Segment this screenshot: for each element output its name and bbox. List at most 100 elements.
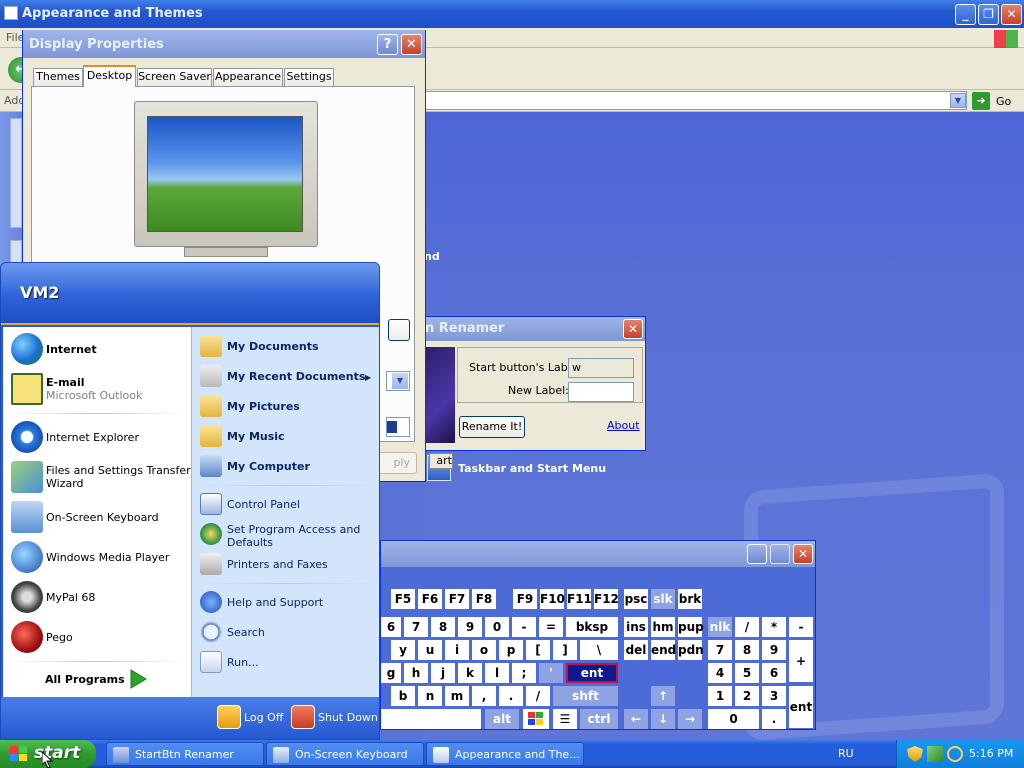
key-bracket-right[interactable]: ]: [553, 640, 577, 660]
windows-key-icon[interactable]: [523, 709, 549, 729]
key-o[interactable]: o: [472, 640, 496, 660]
key-num-6[interactable]: 6: [762, 663, 786, 683]
key-ins[interactable]: ins: [624, 617, 648, 637]
tab-settings[interactable]: Settings: [284, 68, 334, 86]
key-h[interactable]: h: [404, 663, 428, 683]
key-num-5[interactable]: 5: [735, 663, 759, 683]
close-icon[interactable]: ✕: [1001, 4, 1022, 25]
key-space[interactable]: [381, 709, 481, 729]
rename-it-button[interactable]: Rename It!: [459, 416, 525, 438]
key-pagedown[interactable]: pdn: [678, 640, 704, 660]
key-num-1[interactable]: 1: [708, 686, 732, 706]
key-p[interactable]: p: [499, 640, 523, 660]
position-select[interactable]: ▼: [386, 371, 410, 391]
taskbar-item-startbtn-renamer[interactable]: StartBtn Renamer: [106, 742, 264, 766]
browse-button[interactable]: [388, 319, 410, 341]
key-num-plus[interactable]: +: [789, 640, 813, 682]
key-quote[interactable]: ': [539, 663, 563, 683]
key-backspace[interactable]: bksp: [566, 617, 618, 637]
tab-screen-saver[interactable]: Screen Saver: [137, 68, 212, 86]
key-k[interactable]: k: [458, 663, 482, 683]
key-f7[interactable]: F7: [445, 589, 469, 609]
help-icon[interactable]: ?: [377, 34, 398, 55]
key-num-9[interactable]: 9: [762, 640, 786, 660]
go-button[interactable]: ➜ Go: [972, 92, 1022, 110]
key-g[interactable]: g: [381, 663, 401, 683]
key-shift[interactable]: shft: [553, 686, 618, 706]
color-select[interactable]: [386, 417, 410, 437]
new-label-input[interactable]: [568, 382, 634, 402]
key-u[interactable]: u: [418, 640, 442, 660]
key-j[interactable]: j: [431, 663, 455, 683]
start-label-field[interactable]: w: [568, 358, 634, 378]
arrow-left-icon[interactable]: ←: [624, 709, 648, 729]
key-0[interactable]: 0: [485, 617, 509, 637]
key-num-multiply[interactable]: *: [762, 617, 786, 637]
key-brk[interactable]: brk: [678, 589, 702, 609]
start-item-search[interactable]: Search: [200, 621, 376, 645]
key-end[interactable]: end: [651, 640, 676, 660]
key-del[interactable]: del: [624, 640, 648, 660]
key-f9[interactable]: F9: [513, 589, 537, 609]
taskbar-item-on-screen-keyboard[interactable]: On-Screen Keyboard: [266, 742, 424, 766]
start-item-internet-explorer[interactable]: Internet Explorer: [11, 421, 187, 455]
key-semicolon[interactable]: ;: [512, 663, 536, 683]
key-f8[interactable]: F8: [472, 589, 496, 609]
key-i[interactable]: i: [445, 640, 469, 660]
key-minus[interactable]: -: [512, 617, 536, 637]
key-psc[interactable]: psc: [624, 589, 648, 609]
start-item-pego[interactable]: Pego: [11, 621, 187, 655]
start-item-email[interactable]: E-mail Microsoft Outlook: [11, 373, 187, 407]
minimize-icon[interactable]: [747, 544, 767, 564]
clock[interactable]: 5:16 PM: [969, 747, 1013, 760]
chevron-down-icon[interactable]: ▼: [950, 93, 966, 108]
key-num-divide[interactable]: /: [735, 617, 759, 637]
tab-appearance[interactable]: Appearance: [213, 68, 283, 86]
start-item-my-recent-documents[interactable]: My Recent Documents: [200, 365, 376, 389]
language-indicator[interactable]: RU: [838, 747, 854, 760]
security-shield-icon[interactable]: [907, 746, 923, 762]
arrow-down-icon[interactable]: ↓: [651, 709, 675, 729]
start-item-control-panel[interactable]: Control Panel: [200, 493, 376, 517]
key-l[interactable]: l: [485, 663, 509, 683]
close-icon[interactable]: ✕: [623, 319, 643, 339]
key-num-7[interactable]: 7: [708, 640, 732, 660]
start-item-on-screen-keyboard[interactable]: On-Screen Keyboard: [11, 501, 187, 535]
key-9[interactable]: 9: [458, 617, 482, 637]
key-num-0[interactable]: 0: [708, 709, 759, 729]
search-icon[interactable]: [947, 746, 963, 762]
start-item-printers-faxes[interactable]: Printers and Faxes: [200, 553, 376, 577]
key-n[interactable]: n: [418, 686, 442, 706]
start-item-internet[interactable]: Internet: [11, 333, 187, 367]
start-item-run[interactable]: Run...: [200, 651, 376, 675]
restore-icon[interactable]: ❐: [978, 4, 999, 25]
key-num-2[interactable]: 2: [735, 686, 759, 706]
key-f6[interactable]: F6: [418, 589, 442, 609]
key-7[interactable]: 7: [404, 617, 428, 637]
key-comma[interactable]: ,: [472, 686, 496, 706]
key-backslash[interactable]: \: [580, 640, 618, 660]
start-item-my-music[interactable]: My Music: [200, 425, 376, 449]
key-num-decimal[interactable]: .: [762, 709, 786, 729]
key-ctrl[interactable]: ctrl: [580, 709, 618, 729]
start-item-windows-media-player[interactable]: Windows Media Player: [11, 541, 187, 575]
display-properties-titlebar[interactable]: Display Properties ? ✕: [23, 30, 425, 58]
key-6[interactable]: 6: [381, 617, 401, 637]
taskbar-item-appearance-themes[interactable]: Appearance and The...: [426, 742, 584, 766]
start-item-help-support[interactable]: Help and Support: [200, 591, 376, 615]
tab-desktop[interactable]: Desktop: [83, 65, 136, 87]
start-item-my-pictures[interactable]: My Pictures: [200, 395, 376, 419]
key-f10[interactable]: F10: [540, 589, 565, 609]
key-num-4[interactable]: 4: [708, 663, 732, 683]
appearance-titlebar[interactable]: Appearance and Themes _ ❐ ✕: [0, 0, 1024, 28]
apply-button[interactable]: ply: [375, 452, 417, 474]
key-bracket-left[interactable]: [: [526, 640, 550, 660]
key-numlock[interactable]: nlk: [708, 617, 732, 637]
key-num-8[interactable]: 8: [735, 640, 759, 660]
key-period[interactable]: .: [499, 686, 523, 706]
address-input[interactable]: ▼: [424, 91, 967, 110]
about-link[interactable]: About: [607, 419, 640, 432]
close-icon[interactable]: ✕: [401, 34, 422, 55]
key-pageup[interactable]: pup: [678, 617, 704, 637]
start-item-program-access[interactable]: Set Program Access and Defaults: [200, 523, 376, 553]
